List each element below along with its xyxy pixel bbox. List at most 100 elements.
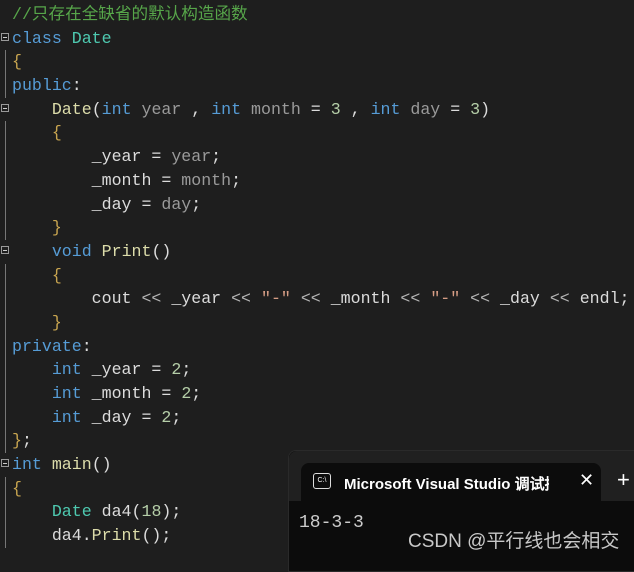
- code-token: _day: [490, 289, 550, 309]
- code-token: 2: [181, 384, 192, 403]
- code-line: class Date: [0, 27, 634, 51]
- code-token: public: [12, 76, 72, 96]
- console-tab[interactable]: C:\ Microsoft Visual Studio 调试控制台 ✕: [301, 463, 601, 501]
- code-line: _month = month;: [0, 168, 634, 193]
- code-token: int: [51, 384, 82, 403]
- code-token: ;: [171, 407, 182, 427]
- code-token: {: [12, 52, 22, 72]
- outline-guide: [5, 500, 6, 525]
- code-token: ;: [21, 431, 32, 451]
- code-token: _year =: [81, 360, 172, 380]
- code-token: day: [400, 99, 451, 119]
- code-line: //只存在全缺省的默认构造函数: [0, 3, 634, 27]
- code-line: private:: [0, 334, 634, 359]
- code-token: private: [12, 336, 82, 356]
- collapse-icon[interactable]: [1, 103, 9, 112]
- code-token: int: [101, 99, 132, 119]
- code-token: _month =: [81, 384, 182, 403]
- outline-guide: [5, 405, 6, 430]
- code-token: int: [370, 99, 401, 119]
- code-token: (: [91, 99, 102, 119]
- code-token: }: [12, 431, 22, 451]
- new-tab-button[interactable]: +: [617, 467, 630, 493]
- debug-console-window: C:\ Microsoft Visual Studio 调试控制台 ✕ + 18…: [288, 450, 634, 572]
- code-token: class: [12, 28, 62, 48]
- code-line: _day = day;: [0, 192, 634, 217]
- outline-guide: [5, 50, 6, 75]
- code-token: "-": [260, 289, 291, 309]
- code-token: <<: [470, 289, 491, 309]
- code-line: int _day = 2;: [0, 405, 634, 430]
- code-token: Date: [71, 28, 112, 48]
- outline-guide: [5, 74, 6, 98]
- code-token: (): [91, 455, 112, 475]
- outline-guide: [5, 382, 6, 406]
- collapse-icon[interactable]: [1, 245, 9, 254]
- collapse-icon[interactable]: [1, 459, 9, 468]
- code-line: void Print(): [0, 240, 634, 264]
- code-token: 3: [330, 99, 341, 119]
- code-line: public:: [0, 74, 634, 98]
- code-token: _year: [161, 289, 232, 309]
- code-token: main: [51, 455, 92, 475]
- terminal-icon: C:\: [313, 473, 331, 489]
- console-tab-title: Microsoft Visual Studio 调试控制台: [344, 476, 549, 493]
- outline-guide: [5, 358, 6, 382]
- code-token: 18: [141, 502, 162, 522]
- code-token: =: [450, 99, 471, 119]
- close-tab-button[interactable]: ✕: [579, 470, 594, 491]
- code-token: ,: [340, 99, 371, 119]
- code-token: month: [241, 99, 311, 119]
- code-token: 2: [161, 407, 172, 427]
- outline-guide: [5, 145, 6, 169]
- code-token: //只存在全缺省的默认构造函数: [12, 5, 248, 24]
- code-token: void: [51, 241, 92, 261]
- code-line: _year = year;: [0, 145, 634, 169]
- code-token: =: [310, 99, 331, 119]
- code-line: }: [0, 216, 634, 240]
- code-line: int _month = 2;: [0, 382, 634, 406]
- code-token: <<: [231, 289, 252, 309]
- code-token: Print: [91, 526, 142, 546]
- code-token: 3: [470, 99, 481, 119]
- outline-guide: [5, 287, 6, 311]
- code-token: }: [51, 312, 62, 332]
- code-token: ,: [191, 99, 212, 119]
- code-token: Date: [51, 99, 92, 119]
- code-token: }: [51, 218, 62, 238]
- code-token: {: [12, 478, 22, 498]
- code-token: 2: [171, 360, 182, 380]
- outline-guide: [5, 216, 6, 240]
- code-token: Date: [51, 502, 92, 522]
- code-token: {: [51, 123, 62, 143]
- code-line: {: [0, 50, 634, 75]
- collapse-icon[interactable]: [1, 32, 9, 41]
- code-token: da4.: [12, 526, 92, 546]
- code-token: int: [211, 99, 242, 119]
- code-token: "-": [430, 289, 461, 309]
- code-line: {: [0, 263, 634, 288]
- watermark: CSDN @平行线也会相交: [408, 531, 620, 552]
- code-token: );: [161, 502, 182, 522]
- outline-guide: [5, 121, 6, 146]
- code-token: _day =: [81, 407, 162, 427]
- code-token: <<: [400, 289, 421, 309]
- outline-guide: [5, 334, 6, 359]
- outline-guide: [5, 263, 6, 288]
- console-tab-bar: C:\ Microsoft Visual Studio 调试控制台 ✕ +: [289, 451, 634, 501]
